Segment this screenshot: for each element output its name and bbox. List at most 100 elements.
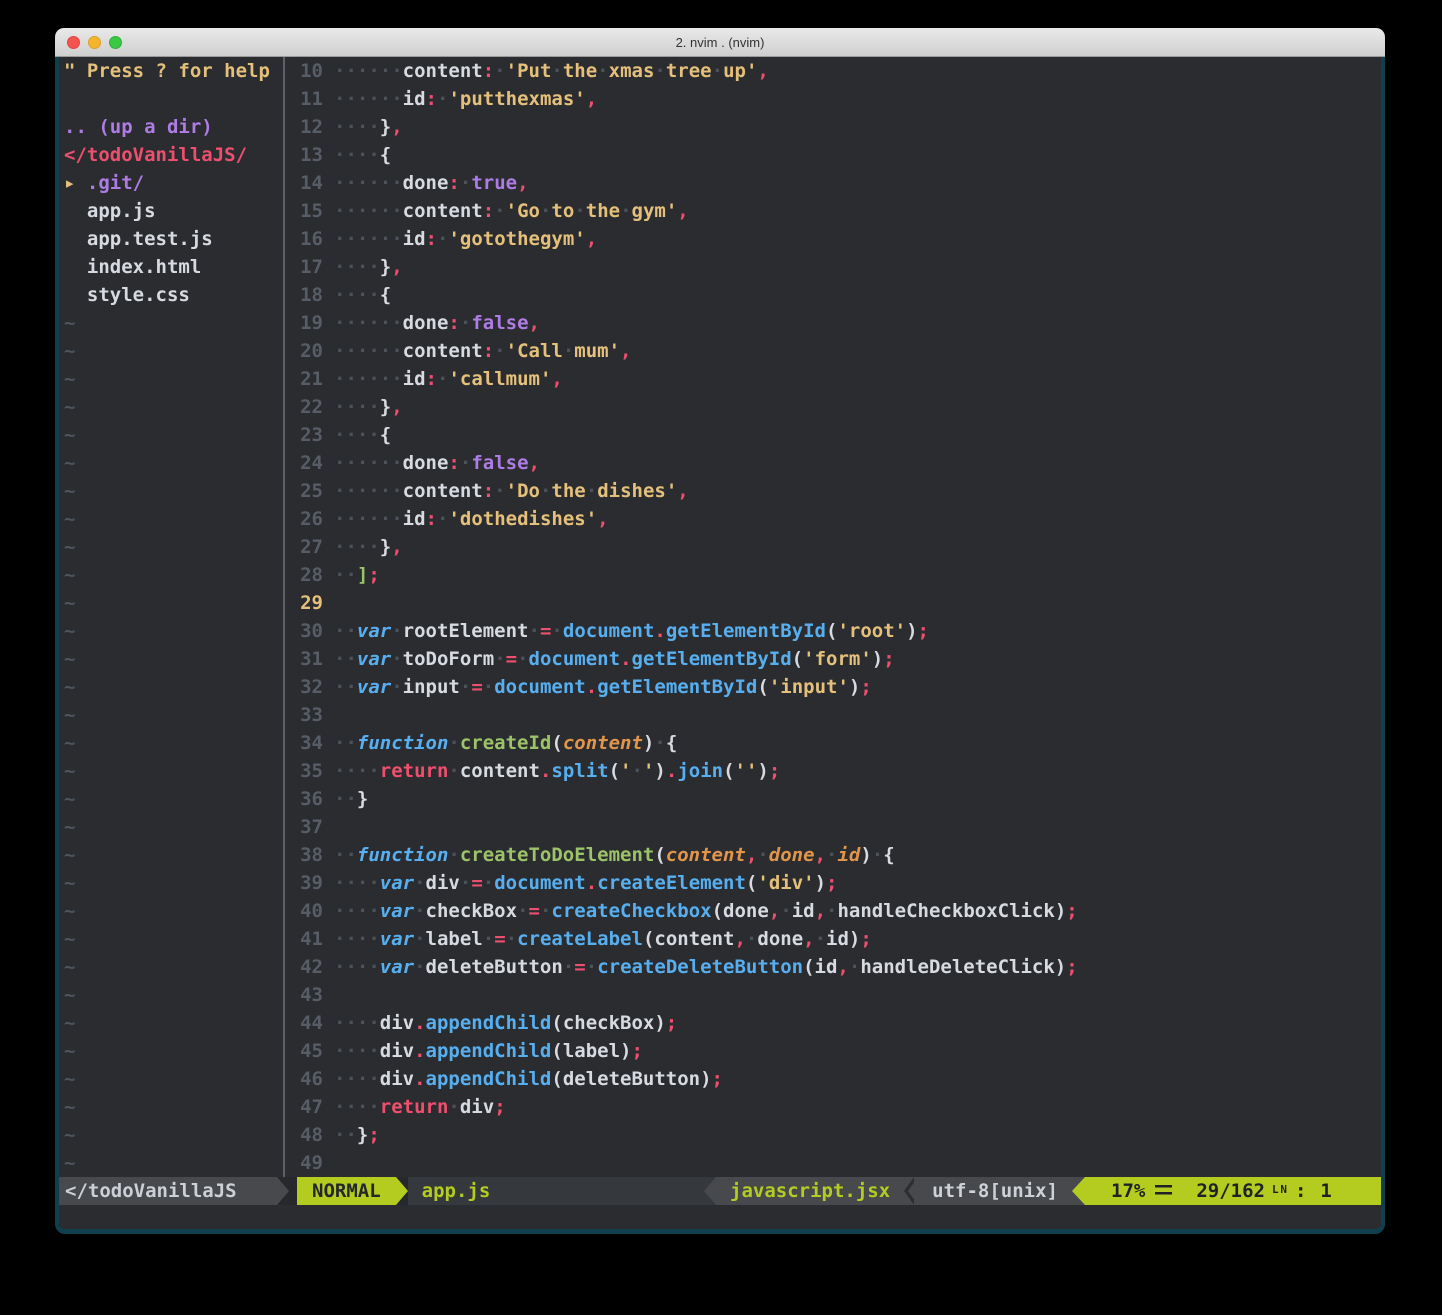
- tilde-marker: ~: [59, 449, 283, 477]
- code-line-17[interactable]: 17····},: [285, 253, 1381, 281]
- line-number: 41: [285, 925, 323, 953]
- nerdtree-sidebar[interactable]: " Press ? for help .. (up a dir)</todoVan…: [59, 57, 283, 1177]
- tilde-marker: ~: [59, 757, 283, 785]
- command-line[interactable]: [59, 1205, 1381, 1229]
- powerline-separator-icon: [704, 1177, 716, 1205]
- code-line-22[interactable]: 22····},: [285, 393, 1381, 421]
- statusbar-nerdtree-path: </todoVanillaJS: [59, 1177, 277, 1205]
- code-line-11[interactable]: 11······id:·'putthexmas',: [285, 85, 1381, 113]
- sidebar-item-index-html[interactable]: index.html: [59, 253, 283, 281]
- code-text: ····var·checkBox·=·createCheckbox(done,·…: [334, 897, 1381, 925]
- code-line-30[interactable]: 30··var·rootElement·=·document.getElemen…: [285, 617, 1381, 645]
- code-line-42[interactable]: 42····var·deleteButton·=·createDeleteBut…: [285, 953, 1381, 981]
- line-number: 28: [285, 561, 323, 589]
- code-line-19[interactable]: 19 ······done:·false,: [285, 309, 1381, 337]
- code-text: ····div.appendChild(checkBox);: [334, 1009, 1381, 1037]
- sidebar-item-style-css[interactable]: style.css: [59, 281, 283, 309]
- code-line-26[interactable]: 26······id:·'dothedishes',: [285, 505, 1381, 533]
- line-number: 10: [285, 57, 323, 85]
- line-number: 27: [285, 533, 323, 561]
- code-line-16[interactable]: 16······id:·'gotothegym',: [285, 225, 1381, 253]
- line-number: 17: [285, 253, 323, 281]
- code-line-24[interactable]: 24······done:·false,: [285, 449, 1381, 477]
- code-line-49[interactable]: 49: [285, 1149, 1381, 1177]
- code-line-27[interactable]: 27····},: [285, 533, 1381, 561]
- code-text: ····return·content.split('·').join('');: [334, 757, 1381, 785]
- code-line-34[interactable]: 34 ··function·createId(content)·{: [285, 729, 1381, 757]
- code-text: ····{: [334, 141, 1381, 169]
- code-line-40[interactable]: 40····var·checkBox·=·createCheckbox(done…: [285, 897, 1381, 925]
- statusbar-filetype: javascript.jsx: [716, 1177, 904, 1205]
- line-number: 22: [285, 393, 323, 421]
- code-line-35[interactable]: 35····return·content.split('·').join('')…: [285, 757, 1381, 785]
- tilde-marker: ~: [59, 1009, 283, 1037]
- code-text: ······done:·false,: [334, 309, 1381, 337]
- code-line-38[interactable]: 38··function·createToDoElement(content,·…: [285, 841, 1381, 869]
- code-line-25[interactable]: 25······content:·'Do·the·dishes',: [285, 477, 1381, 505]
- code-text: ····return·div;: [334, 1093, 1381, 1121]
- sidebar-item-up-dir[interactable]: .. (up a dir): [59, 113, 283, 141]
- code-text: ····div.appendChild(label);: [334, 1037, 1381, 1065]
- code-line-31[interactable]: 31··var·toDoForm·=·document.getElementBy…: [285, 645, 1381, 673]
- sidebar-root-node[interactable]: </todoVanillaJS/: [59, 141, 283, 169]
- line-number: 34: [285, 729, 323, 757]
- code-text: ····var·label·=·createLabel(content,·don…: [334, 925, 1381, 953]
- code-line-43[interactable]: 43: [285, 981, 1381, 1009]
- code-text: ····{: [334, 281, 1381, 309]
- tilde-marker: ~: [59, 337, 283, 365]
- code-line-29[interactable]: 29: [285, 589, 1381, 617]
- code-line-46[interactable]: 46····div.appendChild(deleteButton);: [285, 1065, 1381, 1093]
- line-number: 18: [285, 281, 323, 309]
- code-text: ······id:·'putthexmas',: [334, 85, 1381, 113]
- code-line-10[interactable]: 10······content:·'Put·the·xmas·tree·up',: [285, 57, 1381, 85]
- code-text: ··};: [334, 1121, 1381, 1149]
- desktop-background: 2. nvim . (nvim) " Press ? for help .. (u…: [0, 0, 1442, 1315]
- code-text: ····},: [334, 113, 1381, 141]
- code-line-21[interactable]: 21······id:·'callmum',: [285, 365, 1381, 393]
- editor-pane[interactable]: 10······content:·'Put·the·xmas·tree·up',…: [285, 57, 1381, 1177]
- code-text: ······done:·true,: [334, 169, 1381, 197]
- code-line-44[interactable]: 44····div.appendChild(checkBox);: [285, 1009, 1381, 1037]
- code-line-47[interactable]: 47 ····return·div;: [285, 1093, 1381, 1121]
- code-line-33[interactable]: 33: [285, 701, 1381, 729]
- scroll-percent: 17%: [1111, 1177, 1145, 1205]
- line-number: 47: [285, 1093, 323, 1121]
- code-line-28[interactable]: 28 ··];: [285, 561, 1381, 589]
- titlebar[interactable]: 2. nvim . (nvim): [55, 28, 1385, 57]
- code-line-32[interactable]: 32··var·input·=·document.getElementById(…: [285, 673, 1381, 701]
- tilde-marker: ~: [59, 925, 283, 953]
- expand-arrow-icon[interactable]: ▸: [64, 172, 87, 194]
- code-line-12[interactable]: 12····},: [285, 113, 1381, 141]
- code-line-14[interactable]: 14 ······done:·true,: [285, 169, 1381, 197]
- code-line-48[interactable]: 48··};: [285, 1121, 1381, 1149]
- line-number: 33: [285, 701, 323, 729]
- line-number: 19: [285, 309, 323, 337]
- code-line-41[interactable]: 41 ····var·label·=·createLabel(content,·d…: [285, 925, 1381, 953]
- code-line-18[interactable]: 18 ····{: [285, 281, 1381, 309]
- sidebar-item-app-test-js[interactable]: app.test.js: [59, 225, 283, 253]
- code-line-15[interactable]: 15······content:·'Go·to·the·gym',: [285, 197, 1381, 225]
- tilde-marker: ~: [59, 1037, 283, 1065]
- mode-indicator: NORMAL: [297, 1177, 396, 1205]
- code-line-45[interactable]: 45 ····div.appendChild(label);: [285, 1037, 1381, 1065]
- code-line-13[interactable]: 13····{: [285, 141, 1381, 169]
- sidebar-item-git[interactable]: ▸ .git/: [59, 169, 283, 197]
- line-number: 14: [285, 169, 323, 197]
- line-number: 21: [285, 365, 323, 393]
- code-line-36[interactable]: 36··}: [285, 785, 1381, 813]
- code-line-39[interactable]: 39····var·div·=·document.createElement('…: [285, 869, 1381, 897]
- tilde-marker: ~: [59, 589, 283, 617]
- code-text: ··function·createId(content)·{: [334, 729, 1381, 757]
- code-line-20[interactable]: 20······content:·'Call·mum',: [285, 337, 1381, 365]
- tilde-marker: ~: [59, 365, 283, 393]
- sidebar-item-app-js[interactable]: app.js: [59, 197, 283, 225]
- line-number: 46: [285, 1065, 323, 1093]
- line-number: 45: [285, 1037, 323, 1065]
- line-number: 43: [285, 981, 323, 1009]
- code-line-37[interactable]: 37: [285, 813, 1381, 841]
- code-line-23[interactable]: 23····{: [285, 421, 1381, 449]
- code-text: [334, 1149, 1381, 1177]
- code-text: ··];: [334, 561, 1381, 589]
- sidebar-help-text: " Press ? for help: [59, 57, 283, 85]
- line-number: 32: [285, 673, 323, 701]
